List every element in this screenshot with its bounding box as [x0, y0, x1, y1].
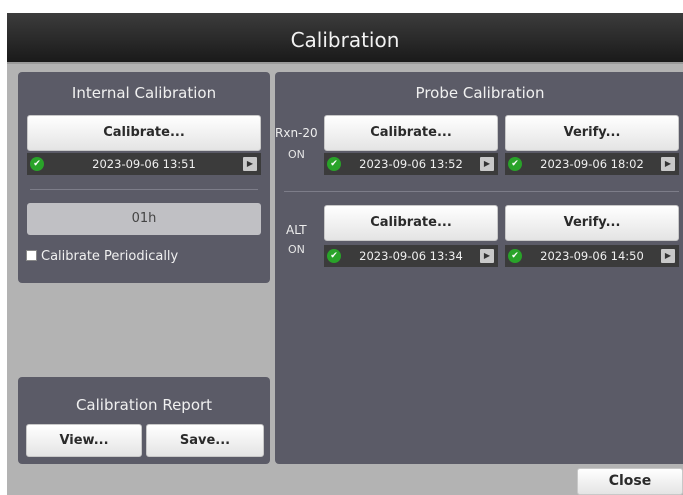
chevron-right-icon[interactable]: ▶	[661, 249, 675, 263]
calibration-report-panel: Calibration Report View... Save...	[18, 377, 270, 464]
probe-state: ON	[288, 148, 305, 161]
probe-calibrate-status: ✔ 2023-09-06 13:52 ▶	[324, 153, 498, 175]
report-save-button[interactable]: Save...	[146, 424, 264, 457]
chevron-right-icon[interactable]: ▶	[243, 157, 257, 171]
calibrate-periodically-label: Calibrate Periodically	[41, 249, 179, 264]
probe-divider	[284, 191, 679, 192]
report-view-button[interactable]: View...	[26, 424, 142, 457]
calibration-report-title: Calibration Report	[75, 396, 213, 414]
internal-calibrate-button[interactable]: Calibrate...	[27, 115, 261, 151]
probe-verify-status: ✔ 2023-09-06 14:50 ▶	[505, 245, 679, 267]
interval-field[interactable]: 01h	[27, 203, 261, 235]
internal-calibration-panel: Internal Calibration Calibrate... ✔ 2023…	[18, 72, 270, 283]
calibrate-periodically-option[interactable]: Calibrate Periodically	[26, 248, 178, 266]
internal-calibration-timestamp: 2023-09-06 13:51	[92, 157, 196, 171]
calibrate-periodically-checkbox[interactable]	[26, 250, 37, 261]
calibration-window: Calibration Internal Calibration Calibra…	[7, 13, 683, 495]
probe-name: Rxn-20	[275, 126, 318, 140]
close-button[interactable]: Close	[577, 468, 683, 495]
probe-calibrate-status: ✔ 2023-09-06 13:34 ▶	[324, 245, 498, 267]
probe-calibration-panel: Probe Calibration Rxn-20 ON Calibrate...…	[275, 72, 683, 464]
chevron-right-icon[interactable]: ▶	[480, 157, 494, 171]
probe-verify-status: ✔ 2023-09-06 18:02 ▶	[505, 153, 679, 175]
probe-calibrate-timestamp: 2023-09-06 13:34	[359, 249, 463, 263]
probe-state: ON	[288, 243, 305, 256]
probe-calibrate-timestamp: 2023-09-06 13:52	[359, 157, 463, 171]
internal-divider	[30, 189, 258, 190]
probe-verify-timestamp: 2023-09-06 18:02	[540, 157, 644, 171]
probe-verify-button[interactable]: Verify...	[505, 115, 679, 151]
probe-calibration-title: Probe Calibration	[415, 84, 545, 102]
probe-calibrate-button[interactable]: Calibrate...	[324, 205, 498, 241]
chevron-right-icon[interactable]: ▶	[661, 157, 675, 171]
internal-calibration-title: Internal Calibration	[71, 84, 217, 102]
probe-calibrate-button[interactable]: Calibrate...	[324, 115, 498, 151]
chevron-right-icon[interactable]: ▶	[480, 249, 494, 263]
probe-verify-button[interactable]: Verify...	[505, 205, 679, 241]
probe-name: ALT	[286, 223, 307, 237]
probe-verify-timestamp: 2023-09-06 14:50	[540, 249, 644, 263]
window-title: Calibration	[7, 13, 683, 64]
internal-calibration-status: ✔ 2023-09-06 13:51 ▶	[27, 153, 261, 175]
